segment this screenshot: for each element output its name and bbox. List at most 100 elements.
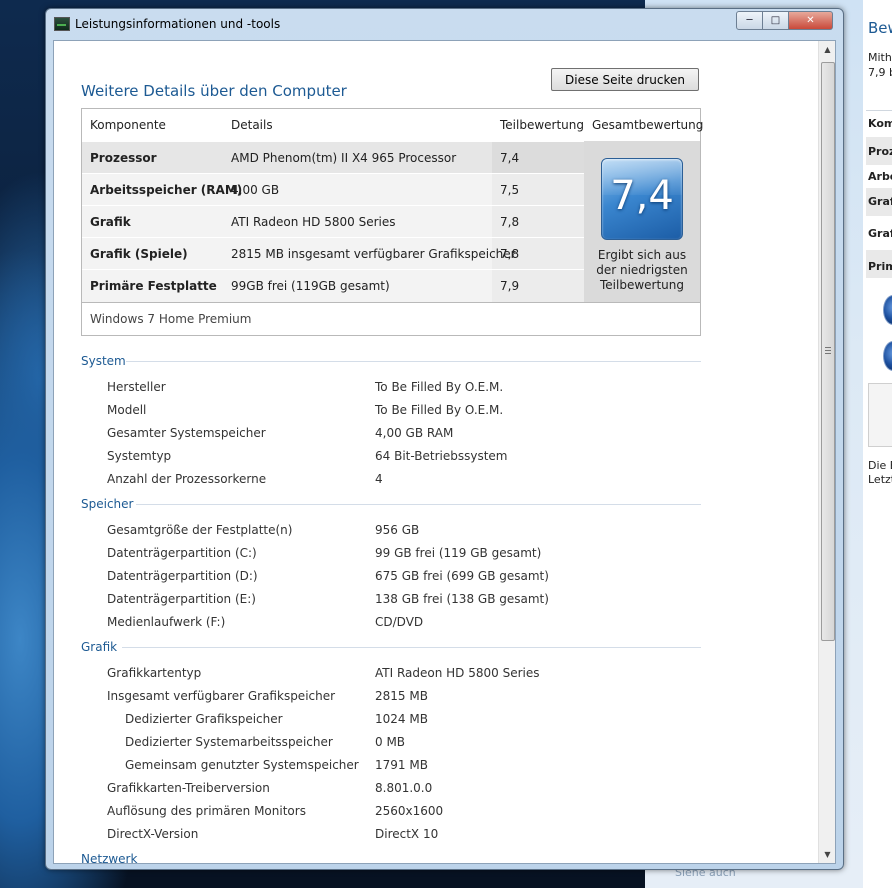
background-window-text: Letzt [868,473,892,486]
section-divider [126,361,701,362]
subscore-value: 7,8 [500,215,520,229]
list-item: Datenträgerpartition (C:) 99 GB frei (11… [54,542,814,565]
list-item: Anzahl der Prozessorkerne 4 [54,468,814,491]
property-value: DirectX 10 [375,827,439,841]
property-value: 8.801.0.0 [375,781,433,795]
scroll-up-arrow-icon[interactable]: ▲ [819,41,835,58]
property-value: 1024 MB [375,712,428,726]
print-page-button[interactable]: Diese Seite drucken [551,68,699,91]
component-details: 99GB frei (119GB gesamt) [231,279,390,293]
performance-window[interactable]: Leistungsinformationen und -tools ─ □ ✕ … [45,8,844,870]
property-label: Grafikkarten-Treiberversion [107,781,270,795]
property-label: Dedizierter Systemarbeitsspeicher [125,735,333,749]
subscore-value: 7,9 [500,279,520,293]
section-divider [122,647,701,648]
section-title-network: Netzwerk [81,852,138,864]
base-score-note: Ergibt sich aus der niedrigsten Teilbewe… [584,248,700,293]
property-label: Grafikkartentyp [107,666,202,680]
background-window-row: Arbe [868,170,892,183]
close-button[interactable]: ✕ [789,11,833,30]
list-item: Datenträgerpartition (E:) 138 GB frei (1… [54,588,814,611]
property-label: Dedizierter Grafikspeicher [125,712,283,726]
table-row: Arbeitsspeicher (RAM) 4,00 GB 7,5 [82,173,584,206]
background-window-row: Proz [868,145,892,158]
table-row: Grafik ATI Radeon HD 5800 Series 7,8 [82,205,584,238]
background-window-text: 7,9 b [868,66,892,79]
property-value: 956 GB [375,523,420,537]
list-item: Medienlaufwerk (F:) CD/DVD [54,611,814,634]
list-item: Dedizierter Grafikspeicher 1024 MB [54,708,814,731]
minimize-button[interactable]: ─ [736,11,763,30]
column-header-component: Komponente [90,118,166,132]
list-item: Insgesamt verfügbarer Grafikspeicher 281… [54,685,814,708]
grip-icon [825,347,831,354]
column-header-subscore: Teilbewertung [500,118,585,132]
component-details: ATI Radeon HD 5800 Series [231,215,396,229]
background-window-row: Graf [868,195,892,208]
window-controls: ─ □ ✕ [736,11,833,30]
vertical-scrollbar[interactable]: ▲ ▼ [818,41,835,863]
property-value: 4 [375,472,383,486]
property-value: 138 GB frei (138 GB gesamt) [375,592,549,606]
property-label: Hersteller [107,380,166,394]
list-item: Grafikkartentyp ATI Radeon HD 5800 Serie… [54,662,814,685]
section-title-storage: Speicher [81,497,134,511]
component-details: 4,00 GB [231,183,280,197]
property-value: To Be Filled By O.E.M. [375,380,504,394]
list-item: Auflösung des primären Monitors 2560x160… [54,800,814,823]
property-value: 675 GB frei (699 GB gesamt) [375,569,549,583]
title-bar[interactable]: Leistungsinformationen und -tools ─ □ ✕ [46,9,843,41]
component-name: Grafik [90,215,131,229]
property-label: Datenträgerpartition (E:) [107,592,256,606]
base-score-value: 7,4 [610,173,674,219]
base-score-note-line: der niedrigsten [596,263,688,277]
background-window-text: Die B [868,459,892,472]
windows-experience-index-badge: 7,4 [601,158,683,240]
list-item: Hersteller To Be Filled By O.E.M. [54,376,814,399]
property-label: Datenträgerpartition (C:) [107,546,257,560]
window-title: Leistungsinformationen und -tools [75,17,281,31]
property-label: Medienlaufwerk (F:) [107,615,226,629]
list-item: Systemtyp 64 Bit-Betriebssystem [54,445,814,468]
property-value: CD/DVD [375,615,424,629]
component-details: 2815 MB insgesamt verfügbarer Grafikspei… [231,247,516,261]
subscore-value: 7,4 [500,151,520,165]
section-title-system: System [81,354,126,368]
table-row: Grafik (Spiele) 2815 MB insgesamt verfüg… [82,237,584,270]
background-window-divider [866,110,892,111]
component-name: Arbeitsspeicher (RAM) [90,183,243,197]
property-label: Gemeinsam genutzter Systemspeicher [125,758,359,772]
subscore-value: 7,8 [500,247,520,261]
list-item: DirectX-Version DirectX 10 [54,823,814,846]
list-item: Grafikkarten-Treiberversion 8.801.0.0 [54,777,814,800]
subscore-value: 7,5 [500,183,520,197]
os-edition: Windows 7 Home Premium [90,312,252,326]
section-title-graphics: Grafik [81,640,118,654]
property-value: 1791 MB [375,758,428,772]
base-score-note-line: Ergibt sich aus [597,248,687,262]
property-value: 99 GB frei (119 GB gesamt) [375,546,542,560]
base-score-cell: 7,4 Ergibt sich aus der niedrigsten Teil… [584,141,700,302]
list-item: Gesamtgröße der Festplatte(n) 956 GB [54,519,814,542]
list-item: Gesamter Systemspeicher 4,00 GB RAM [54,422,814,445]
property-label: Insgesamt verfügbarer Grafikspeicher [107,689,336,703]
property-label: Auflösung des primären Monitors [107,804,306,818]
page-title: Weitere Details über den Computer [81,82,347,100]
maximize-button[interactable]: □ [763,11,789,30]
score-table: Komponente Details Teilbewertung Gesamtb… [81,108,703,336]
list-item: Gemeinsam genutzter Systemspeicher 1791 … [54,754,814,777]
property-value: 64 Bit-Betriebssystem [375,449,508,463]
list-item: Modell To Be Filled By O.E.M. [54,399,814,422]
column-header-details: Details [231,118,273,132]
property-value: ATI Radeon HD 5800 Series [375,666,540,680]
scroll-down-arrow-icon[interactable]: ▼ [819,846,835,863]
background-window-row: Graf [868,227,892,240]
score-table-header: Komponente Details Teilbewertung Gesamtb… [82,109,703,140]
scrollbar-thumb[interactable] [821,62,835,641]
component-name: Primäre Festplatte [90,279,217,293]
background-window-row: Prim [868,260,892,273]
table-row: Primäre Festplatte 99GB frei (119GB gesa… [82,269,584,303]
property-label: Systemtyp [107,449,172,463]
property-label: Datenträgerpartition (D:) [107,569,258,583]
property-label: DirectX-Version [107,827,199,841]
